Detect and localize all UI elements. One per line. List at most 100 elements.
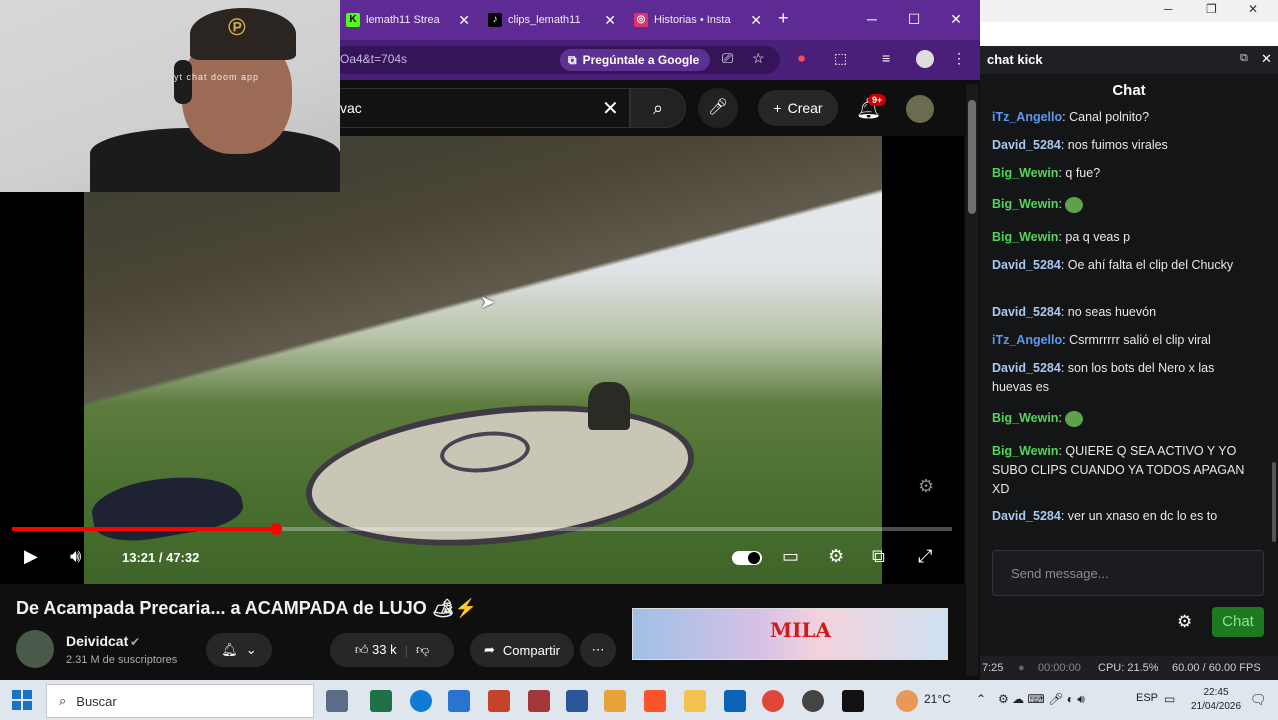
close-icon[interactable]: ✕	[604, 12, 616, 29]
powerpoint-icon[interactable]	[488, 690, 510, 712]
obs-icon[interactable]	[802, 690, 824, 712]
chat-username[interactable]: Big_Wewin	[992, 411, 1058, 425]
watermark-icon: ⚙	[918, 476, 935, 496]
create-button[interactable]: + Crear	[758, 90, 838, 126]
bell-icon: 🔔︎	[221, 642, 238, 657]
close-icon[interactable]: ✕	[750, 12, 762, 29]
clock-date: 21/04/2026	[1190, 701, 1242, 712]
tray-chevron-icon[interactable]: ⌃	[976, 692, 986, 706]
notification-center-icon[interactable]: 🗨︎	[1250, 692, 1267, 708]
share-icon: ➦	[484, 642, 495, 657]
volume-icon[interactable]: 🔊︎	[70, 546, 81, 567]
fullscreen-icon[interactable]: ⤢	[918, 546, 932, 567]
file-explorer-icon[interactable]	[684, 690, 706, 712]
popout-icon[interactable]: ⧉	[1240, 52, 1248, 65]
subscription-bell-button[interactable]: 🔔︎ ⌄	[206, 633, 272, 667]
chat-username[interactable]: David_5284	[992, 509, 1061, 523]
record-icon[interactable]: ⏺	[798, 50, 805, 67]
settings-gear-icon[interactable]: ⚙	[828, 546, 844, 567]
chat-username[interactable]: Big_Wewin	[992, 166, 1058, 180]
search-value: vac	[340, 100, 362, 116]
chat-message: David_5284: nos fuimos virales	[992, 138, 1168, 152]
like-dislike-group: 👍︎ 33 k | 👎︎	[330, 633, 454, 667]
outer-minimize-button[interactable]: ─	[1164, 2, 1173, 16]
search-icon[interactable]: ⌕	[630, 88, 686, 128]
system-clock[interactable]: 22:45 21/04/2026	[1188, 686, 1244, 714]
outer-close-button[interactable]: ✕	[1248, 2, 1258, 16]
taskbar-search-input[interactable]: ⌕ Buscar	[46, 684, 314, 718]
minimize-button[interactable]: ─	[852, 6, 892, 32]
app-icon[interactable]	[842, 690, 864, 712]
chat-username[interactable]: David_5284	[992, 258, 1061, 272]
chat-close-icon[interactable]: ✕	[1261, 51, 1272, 67]
chat-username[interactable]: Big_Wewin	[992, 197, 1058, 211]
chat-settings-gear-icon[interactable]: ⚙	[1177, 612, 1192, 632]
share-button[interactable]: ➦ Compartir	[470, 633, 574, 667]
edge-icon[interactable]	[410, 690, 432, 712]
profile-avatar[interactable]	[916, 50, 934, 68]
outer-restore-button[interactable]: ❐	[1206, 2, 1217, 16]
tab-label: lemath11 Strea	[366, 14, 440, 26]
tab-tiktok[interactable]: ♪ clips_lemath11 ✕	[482, 6, 622, 34]
webcam-overlay-text: yt chat doom app	[174, 72, 260, 82]
obs-rec-time: 00:00:00	[1038, 662, 1081, 674]
chat-message: David_5284: ver un xnaso en dc lo es to	[992, 509, 1218, 523]
access-icon[interactable]	[528, 690, 550, 712]
account-avatar[interactable]	[906, 95, 934, 123]
clear-search-icon[interactable]: ✕	[602, 96, 619, 121]
chat-username[interactable]: iTz_Angello	[992, 110, 1062, 124]
brave-icon[interactable]	[644, 690, 666, 712]
subtitles-icon[interactable]: ▭	[782, 546, 799, 567]
send-message-input[interactable]: Send message...	[992, 550, 1264, 596]
close-window-button[interactable]: ✕	[936, 6, 976, 32]
battery-icon[interactable]: ▭	[1164, 692, 1175, 706]
media-control-icon[interactable]: ≡	[882, 50, 890, 66]
word-icon[interactable]	[566, 690, 588, 712]
chat-username[interactable]: Big_Wewin	[992, 444, 1058, 458]
chat-text: ver un xnaso en dc lo es to	[1067, 509, 1218, 523]
tab-label: clips_lemath11	[508, 14, 581, 26]
more-actions-button[interactable]: ⋯	[580, 633, 616, 667]
pepe-emote-icon	[1065, 196, 1084, 213]
progress-scrubber[interactable]	[270, 523, 282, 535]
store-icon[interactable]	[448, 690, 470, 712]
pepe-emote-icon	[1065, 410, 1084, 427]
chat-username[interactable]: David_5284	[992, 361, 1061, 375]
microphone-icon[interactable]: 🎤︎	[698, 88, 738, 128]
excel-icon[interactable]	[370, 690, 392, 712]
more-menu-icon[interactable]: ⋮	[952, 50, 966, 67]
ask-google-button[interactable]: ⧉ Pregúntale a Google	[560, 49, 710, 71]
scrollbar-thumb[interactable]	[968, 100, 976, 214]
miniplayer-icon[interactable]: ⧉	[872, 546, 885, 567]
task-view-icon[interactable]	[326, 690, 348, 712]
chat-message: Big_Wewin: QUIERE Q SEA ACTIVO Y YO SUBO…	[992, 444, 1245, 496]
chat-username[interactable]: David_5284	[992, 138, 1061, 152]
chat-username[interactable]: Big_Wewin	[992, 230, 1058, 244]
channel-avatar[interactable]	[16, 630, 54, 668]
new-tab-button[interactable]: +	[778, 8, 789, 29]
channel-name[interactable]: Deividcat	[66, 633, 128, 649]
tray-icons[interactable]: ⚙ ☁ ⌨ 🎤︎ ◐ 🔊︎	[998, 692, 1085, 707]
tab-kick[interactable]: K lemath11 Strea ✕	[340, 6, 476, 34]
close-icon[interactable]: ✕	[458, 12, 470, 29]
bookmark-star-icon[interactable]: ☆	[752, 50, 765, 67]
windows-start-button[interactable]	[12, 690, 32, 710]
dislike-icon[interactable]: 👎︎	[416, 642, 429, 658]
outlook-icon[interactable]	[724, 690, 746, 712]
chrome-icon[interactable]	[762, 690, 784, 712]
chat-message: iTz_Angello: Canal polnito?	[992, 110, 1150, 124]
chat-username[interactable]: iTz_Angello	[992, 333, 1062, 347]
send-chat-button[interactable]: Chat	[1212, 607, 1264, 637]
language-indicator[interactable]: ESP	[1136, 692, 1158, 704]
like-button[interactable]: 👍︎ 33 k	[355, 642, 397, 658]
play-icon[interactable]: ▶	[24, 546, 38, 567]
extensions-icon[interactable]: ⬚	[834, 50, 847, 67]
tab-instagram[interactable]: ◎ Historias • Insta ✕	[628, 6, 768, 34]
autoplay-toggle-knob	[748, 552, 760, 564]
chat-username[interactable]: David_5284	[992, 305, 1061, 319]
cast-icon[interactable]: ⎚	[722, 50, 733, 67]
chat-scrollbar[interactable]	[1272, 462, 1276, 542]
media-player-icon[interactable]	[604, 690, 626, 712]
weather-icon[interactable]	[896, 690, 918, 712]
maximize-button[interactable]: ☐	[894, 6, 934, 32]
